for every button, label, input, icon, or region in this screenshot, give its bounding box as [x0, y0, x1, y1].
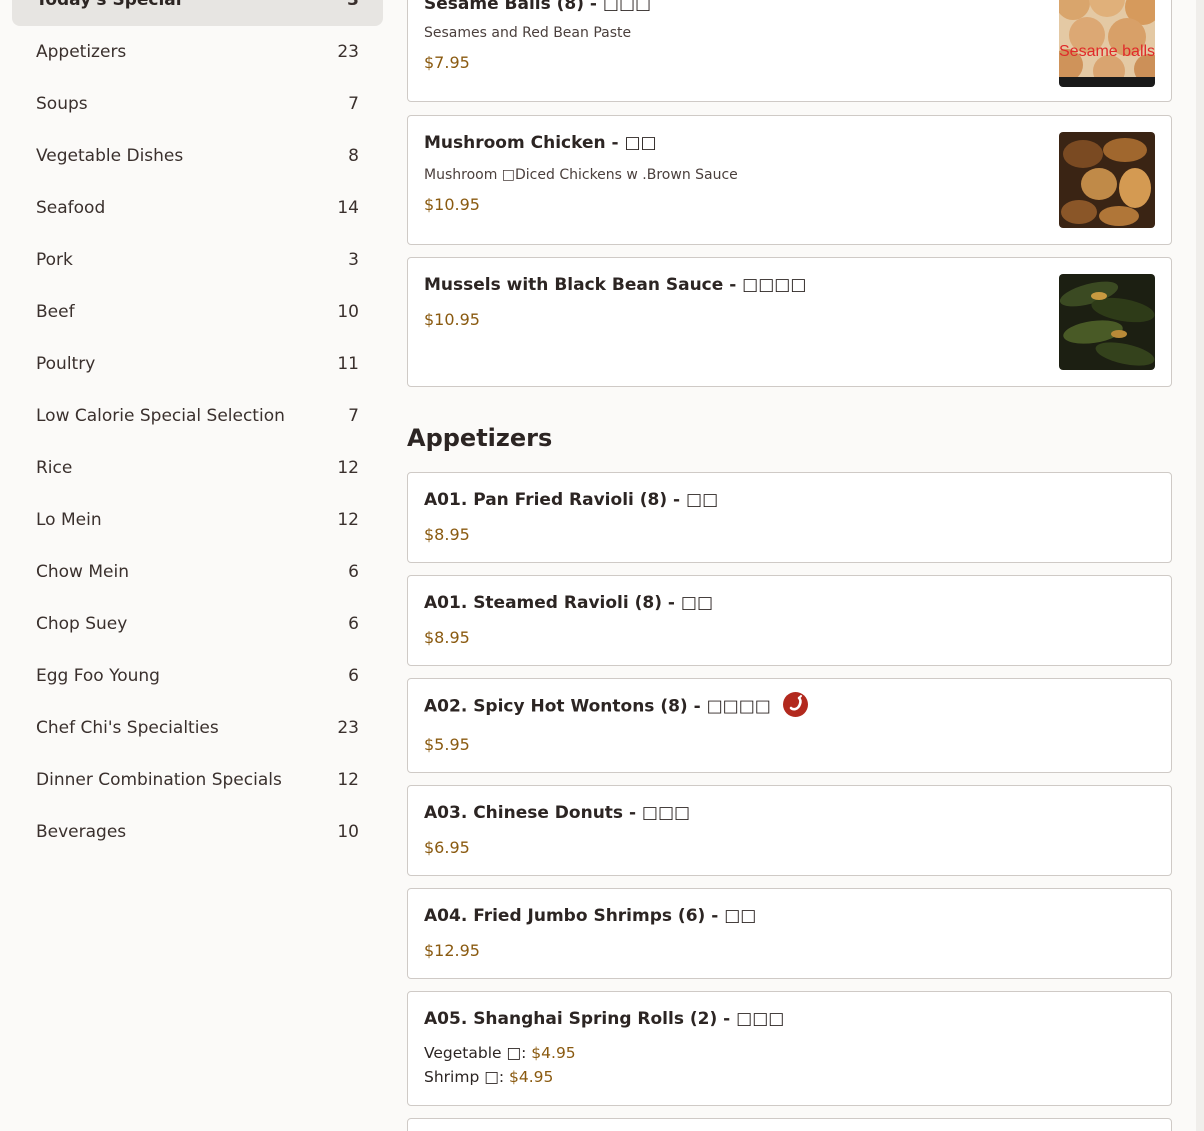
page-scrollbar[interactable]: [1196, 0, 1204, 1131]
category-count: 3: [347, 0, 359, 10]
category-count: 12: [337, 458, 359, 478]
category-label: Chef Chi's Specialties: [36, 718, 219, 738]
item-name: Mussels with Black Bean Sauce - □□□□: [424, 275, 807, 295]
category-count: 23: [337, 42, 359, 62]
item-price: $8.95: [424, 628, 470, 647]
menu-item-card[interactable]: A03. Chinese Donuts - □□□ $6.95: [407, 785, 1172, 876]
category-count: 6: [348, 614, 359, 634]
category-egg-foo-young[interactable]: Egg Foo Young 6: [12, 650, 383, 702]
category-label: Vegetable Dishes: [36, 146, 184, 166]
item-name: A04. Fried Jumbo Shrimps (6) - □□: [424, 906, 757, 926]
category-label: Soups: [36, 94, 88, 114]
category-count: 12: [337, 510, 359, 530]
category-chop-suey[interactable]: Chop Suey 6: [12, 598, 383, 650]
category-todays-special[interactable]: Today's Special 3: [12, 0, 383, 26]
menu-item-card[interactable]: A02. Spicy Hot Wontons (8) - □□□□ $5.95: [407, 678, 1172, 773]
category-label: Seafood: [36, 198, 106, 218]
category-label: Dinner Combination Specials: [36, 770, 282, 790]
item-name: A01. Pan Fried Ravioli (8) - □□: [424, 490, 719, 510]
category-count: 10: [337, 822, 359, 842]
item-name: A01. Steamed Ravioli (8) - □□: [424, 593, 713, 613]
category-low-calorie[interactable]: Low Calorie Special Selection 7: [12, 390, 383, 442]
category-count: 10: [337, 302, 359, 322]
menu-item-card[interactable]: Mushroom Chicken - □□ Mushroom □Diced Ch…: [407, 115, 1172, 245]
item-name: Mushroom Chicken - □□: [424, 133, 657, 153]
category-count: 8: [348, 146, 359, 166]
item-option: Shrimp □: $4.95: [424, 1068, 553, 1086]
mussels-image: [1059, 274, 1155, 370]
option-label: Shrimp □:: [424, 1068, 510, 1086]
category-count: 7: [348, 406, 359, 426]
item-price: $6.95: [424, 838, 470, 857]
category-sidebar: Today's Special 3 Appetizers 23 Soups 7 …: [12, 0, 383, 858]
item-price: $5.95: [424, 735, 470, 754]
category-count: 12: [337, 770, 359, 790]
category-count: 23: [337, 718, 359, 738]
category-label: Beef: [36, 302, 75, 322]
option-price: $4.95: [509, 1068, 554, 1086]
item-name: A05. Shanghai Spring Rolls (2) - □□□: [424, 1009, 785, 1029]
item-name-row: A02. Spicy Hot Wontons (8) - □□□□: [424, 692, 808, 719]
item-description: Sesames and Red Bean Paste: [424, 25, 632, 41]
category-label: Egg Foo Young: [36, 666, 160, 686]
menu-item-card[interactable]: [407, 1118, 1172, 1131]
category-label: Lo Mein: [36, 510, 102, 530]
menu-item-card[interactable]: Sesame Balls (8) - □□□ Sesames and Red B…: [407, 0, 1172, 102]
category-dinner-combination[interactable]: Dinner Combination Specials 12: [12, 754, 383, 806]
category-count: 14: [337, 198, 359, 218]
item-name: A02. Spicy Hot Wontons (8) - □□□□: [424, 696, 771, 717]
mushroom-chicken-image: [1059, 132, 1155, 228]
category-count: 6: [348, 666, 359, 686]
item-price: $10.95: [424, 195, 480, 214]
chili-pepper-icon: [782, 692, 808, 717]
category-label: Beverages: [36, 822, 127, 842]
category-label: Chow Mein: [36, 562, 129, 582]
sesame-balls-image: Sesame balls: [1059, 0, 1155, 87]
item-price: $12.95: [424, 941, 480, 960]
item-option: Vegetable □: $4.95: [424, 1044, 576, 1062]
item-price: $10.95: [424, 310, 480, 329]
category-pork[interactable]: Pork 3: [12, 234, 383, 286]
category-beverages[interactable]: Beverages 10: [12, 806, 383, 858]
item-price: $7.95: [424, 53, 470, 72]
category-seafood[interactable]: Seafood 14: [12, 182, 383, 234]
item-name: A03. Chinese Donuts - □□□: [424, 803, 691, 823]
category-poultry[interactable]: Poultry 11: [12, 338, 383, 390]
category-label: Appetizers: [36, 42, 127, 62]
category-soups[interactable]: Soups 7: [12, 78, 383, 130]
category-chef-specialties[interactable]: Chef Chi's Specialties 23: [12, 702, 383, 754]
category-count: 6: [348, 562, 359, 582]
option-label: Vegetable □:: [424, 1044, 532, 1062]
category-beef[interactable]: Beef 10: [12, 286, 383, 338]
category-label: Poultry: [36, 354, 96, 374]
menu-item-card[interactable]: A05. Shanghai Spring Rolls (2) - □□□ Veg…: [407, 991, 1172, 1106]
item-name: Sesame Balls (8) - □□□: [424, 0, 652, 14]
category-count: 11: [337, 354, 359, 374]
item-price: $8.95: [424, 525, 470, 544]
category-rice[interactable]: Rice 12: [12, 442, 383, 494]
category-label: Pork: [36, 250, 73, 270]
category-label: Low Calorie Special Selection: [36, 406, 285, 426]
image-caption: Sesame balls: [1059, 43, 1155, 60]
category-label: Rice: [36, 458, 73, 478]
item-description: Mushroom □Diced Chickens w .Brown Sauce: [424, 167, 738, 183]
category-appetizers[interactable]: Appetizers 23: [12, 26, 383, 78]
category-count: 3: [348, 250, 359, 270]
category-vegetable-dishes[interactable]: Vegetable Dishes 8: [12, 130, 383, 182]
menu-item-card[interactable]: A01. Pan Fried Ravioli (8) - □□ $8.95: [407, 472, 1172, 563]
category-lo-mein[interactable]: Lo Mein 12: [12, 494, 383, 546]
category-label: Chop Suey: [36, 614, 128, 634]
category-label: Today's Special: [36, 0, 182, 10]
category-count: 7: [348, 94, 359, 114]
menu-item-card[interactable]: A01. Steamed Ravioli (8) - □□ $8.95: [407, 575, 1172, 666]
section-title-appetizers: Appetizers: [407, 424, 553, 452]
menu-item-card[interactable]: A04. Fried Jumbo Shrimps (6) - □□ $12.95: [407, 888, 1172, 979]
menu-item-card[interactable]: Mussels with Black Bean Sauce - □□□□ $10…: [407, 257, 1172, 387]
category-chow-mein[interactable]: Chow Mein 6: [12, 546, 383, 598]
option-price: $4.95: [531, 1044, 576, 1062]
